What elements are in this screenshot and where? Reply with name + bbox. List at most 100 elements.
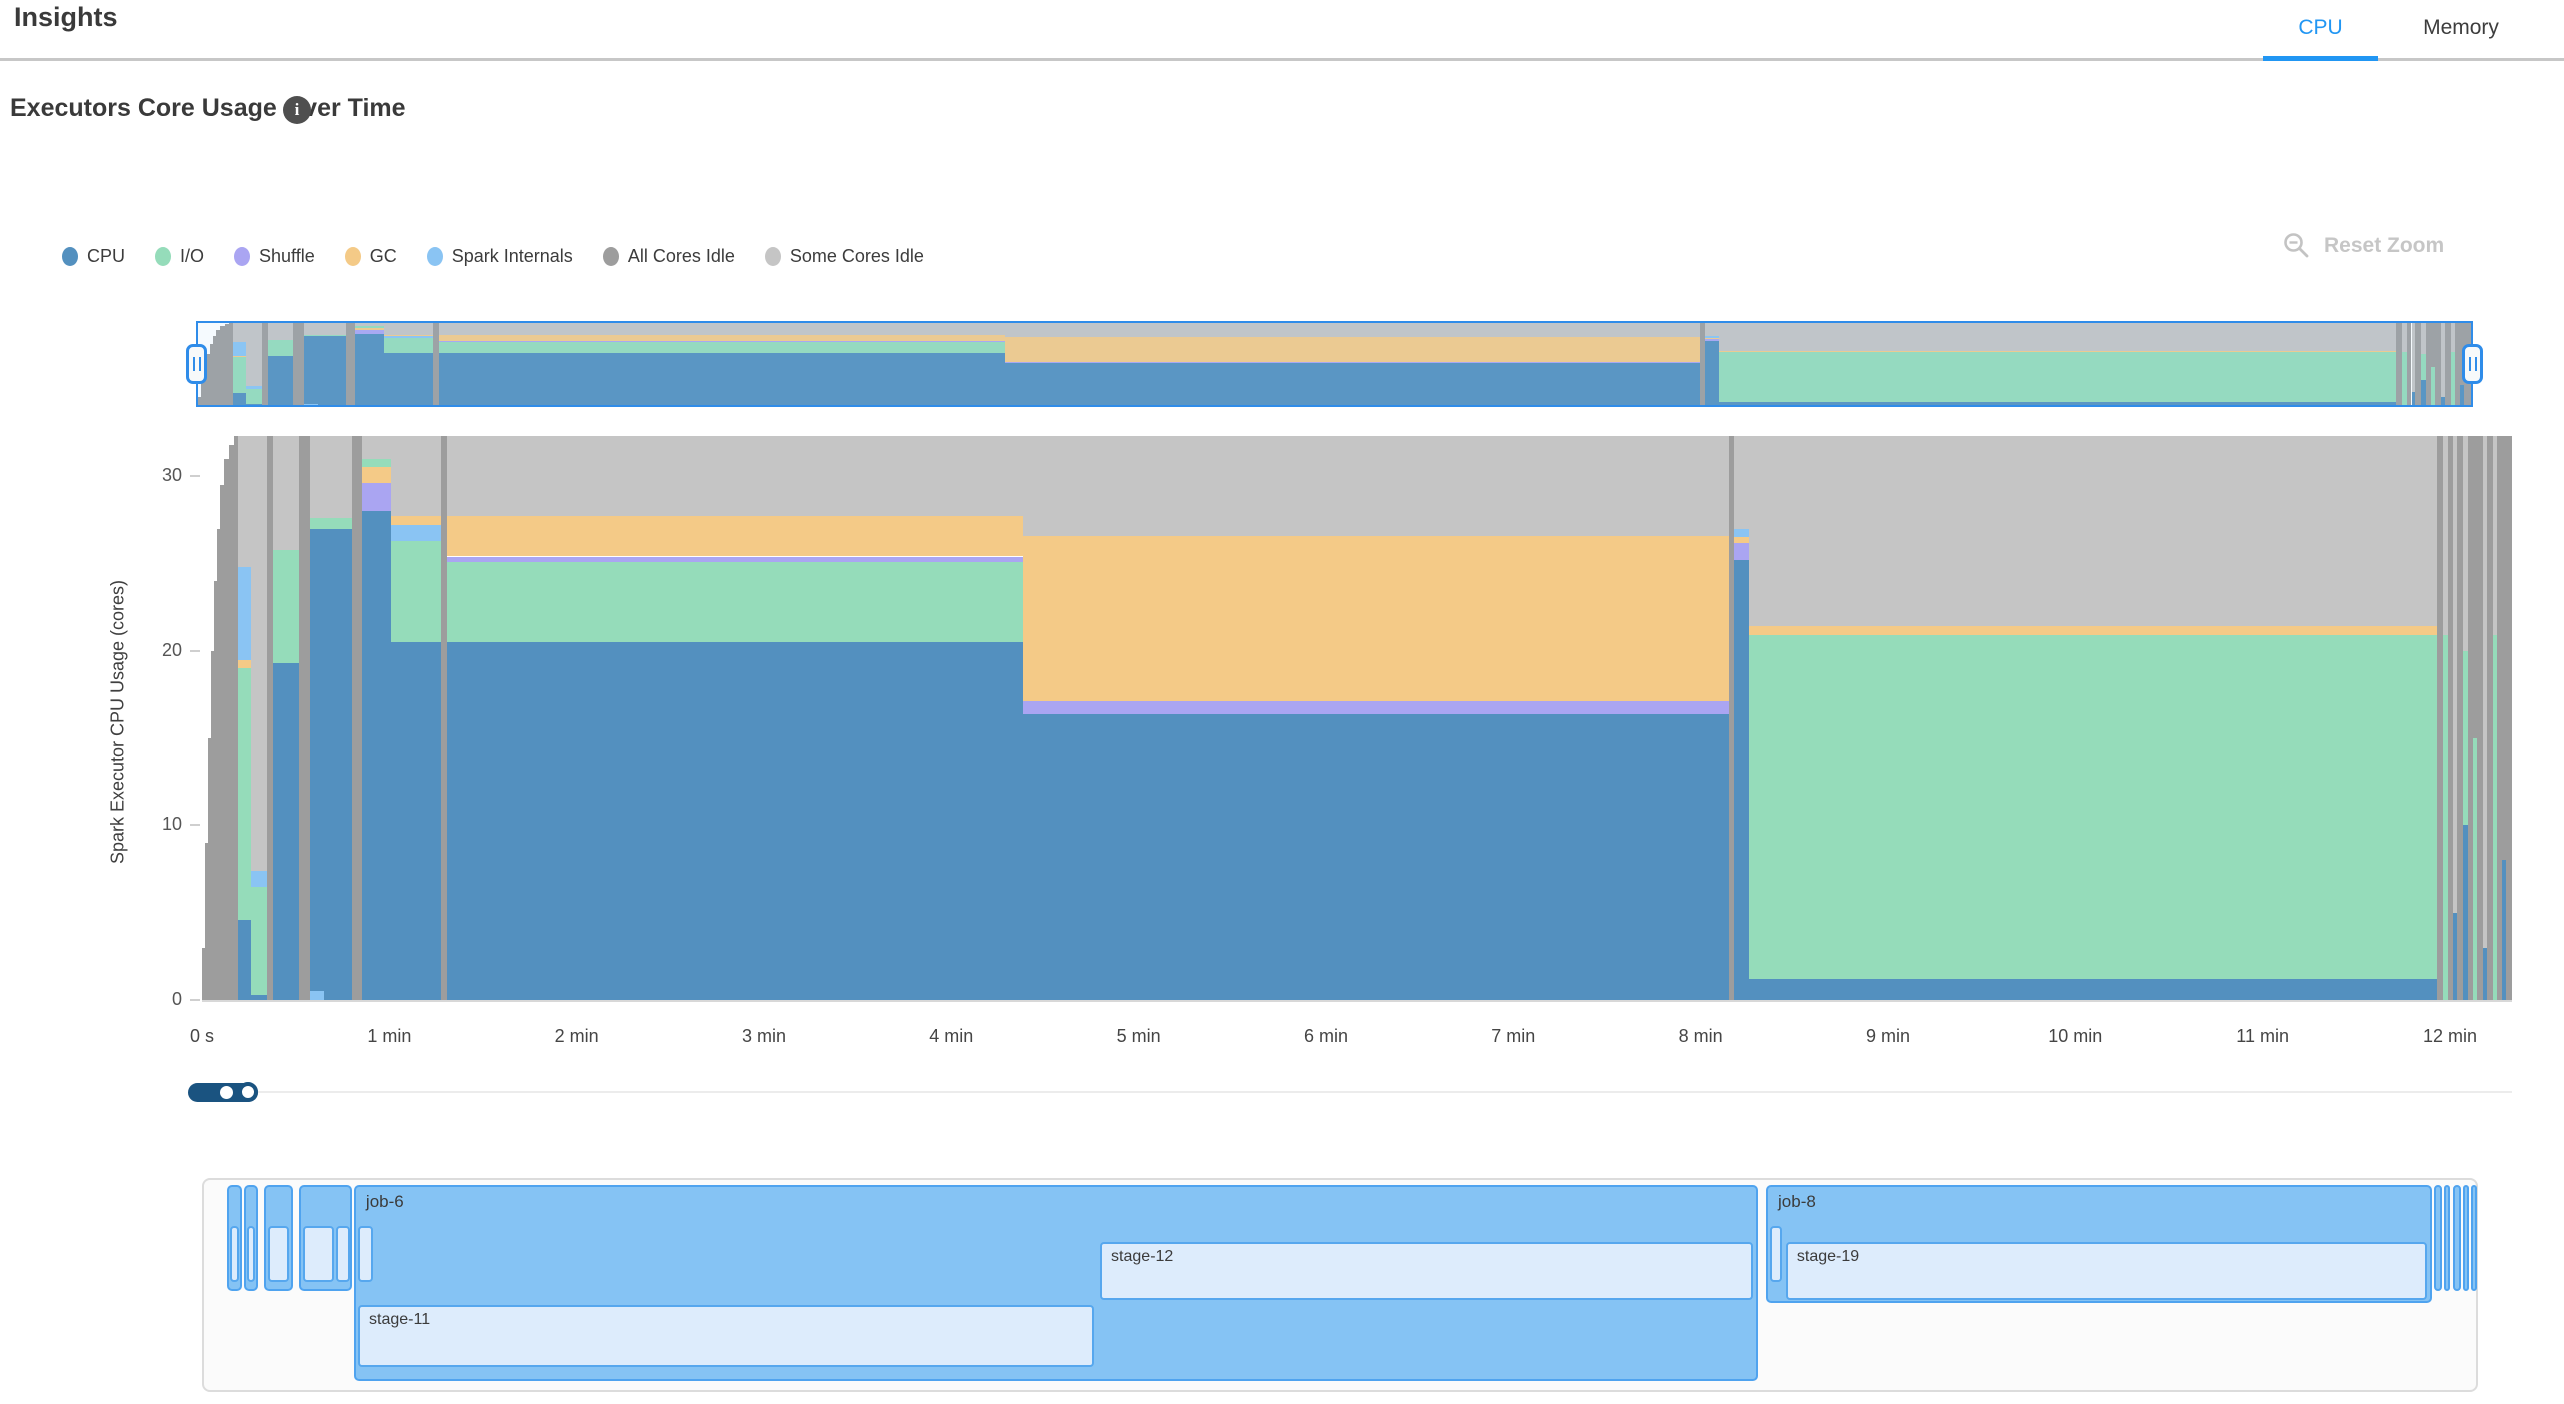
y-tick-label: 30	[142, 465, 182, 486]
tab-cpu[interactable]: CPU	[2263, 4, 2378, 52]
legend-item-io[interactable]: I/O	[155, 246, 204, 267]
chart-segment-internals	[310, 991, 324, 1000]
job-label: job-8	[1778, 1192, 1816, 1212]
insights-page: Insights CPU Memory Executors Core Usage…	[0, 0, 2564, 1404]
x-tick-label: 10 min	[2030, 1026, 2120, 1047]
chart-segment-shuffle	[1734, 543, 1749, 560]
legend-label: Spark Internals	[452, 246, 573, 267]
brush-right-handle[interactable]	[2462, 344, 2483, 384]
chart-segment-gc	[362, 467, 391, 483]
cpu-legend-dot	[62, 247, 78, 266]
legend-item-shuffle[interactable]: Shuffle	[234, 246, 315, 267]
chart-segment-someIdle	[362, 436, 391, 459]
stage-bar-stage-19[interactable]: stage-19	[1786, 1242, 2427, 1300]
job-label: job-6	[366, 1192, 404, 1212]
legend-label: All Cores Idle	[628, 246, 735, 267]
chart-segment-io	[273, 550, 299, 663]
chart-segment-someIdle	[251, 436, 267, 871]
legend-item-someIdle[interactable]: Some Cores Idle	[765, 246, 924, 267]
x-tick-label: 9 min	[1843, 1026, 1933, 1047]
legend-item-gc[interactable]: GC	[345, 246, 397, 267]
legend-item-internals[interactable]: Spark Internals	[427, 246, 573, 267]
stage-label: stage-19	[1797, 1248, 1859, 1266]
stage-bar[interactable]	[247, 1226, 255, 1282]
x-tick-label: 0 s	[157, 1026, 247, 1047]
legend-item-cpu[interactable]: CPU	[62, 246, 125, 267]
x-tick-label: 5 min	[1094, 1026, 1184, 1047]
reset-zoom-button[interactable]: Reset Zoom	[2283, 232, 2444, 259]
internals-legend-dot	[427, 247, 443, 266]
timeline-slider-track[interactable]	[258, 1091, 2512, 1093]
brush-selection-overlay	[198, 323, 2471, 405]
chart-segment-internals	[251, 871, 267, 887]
timeline-slider-handle-a[interactable]	[218, 1084, 235, 1101]
legend-item-allIdle[interactable]: All Cores Idle	[603, 246, 735, 267]
legend-label: I/O	[180, 246, 204, 267]
chart-segment-gc	[1734, 537, 1749, 542]
chart-segment-gc	[391, 516, 441, 525]
brush-left-handle[interactable]	[186, 344, 207, 384]
job-bar[interactable]	[2463, 1185, 2469, 1291]
section-title: Executors Core Usage Over Time	[10, 94, 406, 123]
stage-bar[interactable]	[1770, 1226, 1782, 1282]
x-tick-label: 11 min	[2218, 1026, 2308, 1047]
y-axis-title: Spark Executor CPU Usage (cores)	[108, 580, 129, 864]
y-tick-mark	[190, 475, 200, 477]
stage-bar[interactable]	[336, 1226, 350, 1282]
chart-segment-io	[324, 518, 352, 528]
chart-segment-someIdle	[1749, 436, 2437, 626]
chart-segment-io	[238, 668, 251, 919]
chart-segment-cpu	[447, 642, 1023, 1000]
tab-memory[interactable]: Memory	[2390, 4, 2532, 52]
x-tick-label: 8 min	[1656, 1026, 1746, 1047]
stage-bar-stage-12[interactable]: stage-12	[1100, 1242, 1753, 1300]
job-bar[interactable]	[2444, 1185, 2450, 1291]
chart-segment-someIdle	[447, 436, 1023, 516]
legend-label: Some Cores Idle	[790, 246, 924, 267]
info-icon[interactable]: i	[283, 96, 311, 124]
x-tick-label: 1 min	[344, 1026, 434, 1047]
chart-segment-io	[362, 459, 391, 468]
chart-segment-gc	[238, 660, 251, 669]
job-bar[interactable]	[2434, 1185, 2442, 1291]
x-tick-label: 6 min	[1281, 1026, 1371, 1047]
chart-segment-allIdle	[2506, 436, 2512, 1000]
x-tick-label: 2 min	[532, 1026, 622, 1047]
stage-bar[interactable]	[358, 1226, 373, 1282]
chart-segment-io	[1749, 635, 2437, 979]
y-tick-label: 0	[142, 989, 182, 1010]
chart-segment-io	[391, 541, 441, 642]
stage-bar-stage-11[interactable]: stage-11	[358, 1305, 1094, 1367]
allIdle-legend-dot	[603, 247, 619, 266]
zoom-out-icon	[2283, 232, 2310, 259]
chart-legend: CPU I/O Shuffle GC Spark Internals All Cores …	[62, 246, 924, 267]
chart-segment-cpu	[310, 529, 324, 992]
chart-segment-someIdle	[324, 436, 352, 518]
stage-bar[interactable]	[268, 1226, 289, 1282]
reset-zoom-label: Reset Zoom	[2324, 234, 2444, 258]
chart-segment-io	[251, 887, 267, 995]
main-chart-plot[interactable]	[202, 436, 2512, 1000]
x-tick-label: 3 min	[719, 1026, 809, 1047]
chart-segment-cpu	[1023, 714, 1729, 1000]
chart-segment-shuffle	[1023, 701, 1729, 713]
chart-segment-gc	[447, 516, 1023, 556]
chart-segment-someIdle	[1734, 436, 1749, 529]
chart-segment-someIdle	[238, 436, 251, 567]
stage-bar[interactable]	[303, 1226, 334, 1282]
chart-segment-cpu	[273, 663, 299, 1000]
y-tick-label: 10	[142, 814, 182, 835]
chart-segment-shuffle	[447, 557, 1023, 562]
minimap-brush[interactable]	[196, 321, 2473, 407]
timeline-slider-handle-b[interactable]	[238, 1082, 258, 1102]
chart-segment-someIdle	[391, 436, 441, 516]
job-bar[interactable]	[2453, 1185, 2461, 1291]
legend-label: Shuffle	[259, 246, 315, 267]
chart-segment-internals	[238, 567, 251, 660]
chart-segment-someIdle	[1023, 436, 1729, 536]
chart-segment-allIdle	[352, 436, 362, 1000]
active-tab-underline	[2263, 56, 2378, 61]
stage-bar[interactable]	[230, 1226, 239, 1282]
chart-segment-cpu	[238, 920, 251, 1000]
job-bar[interactable]	[2471, 1185, 2477, 1291]
